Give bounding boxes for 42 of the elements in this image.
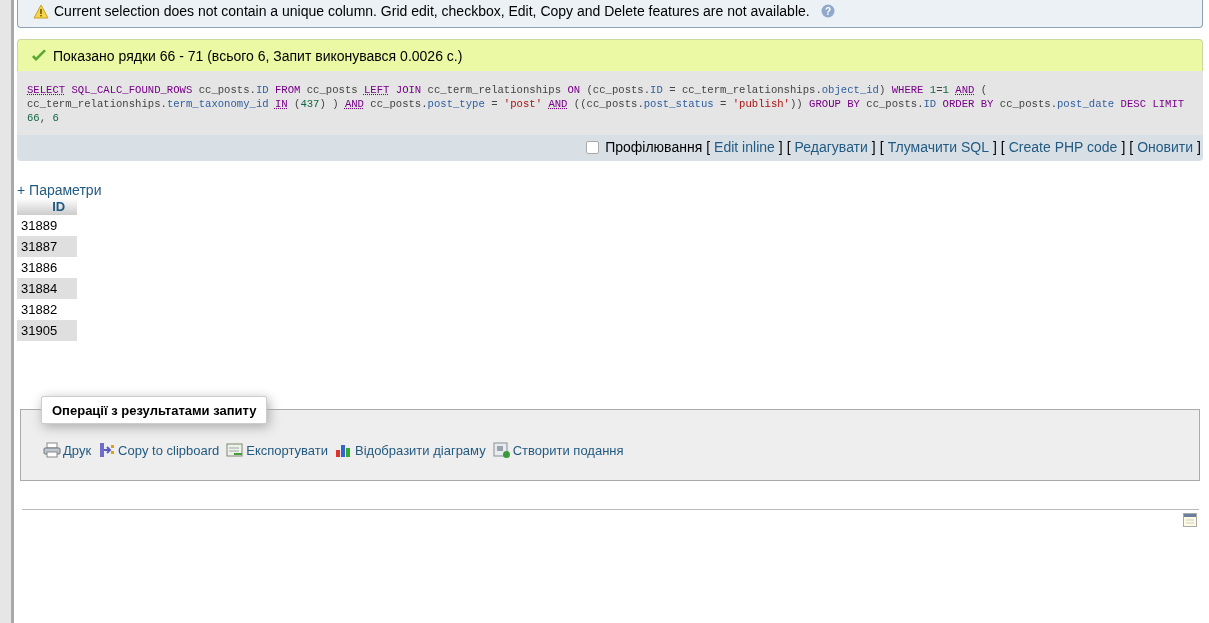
operation-link[interactable]: Copy to clipboard [98,442,220,458]
printer-icon [43,442,61,458]
table-cell: 31905 [17,320,78,341]
query-action-link[interactable]: Тлумачити SQL [887,139,989,155]
query-action-link[interactable]: Редагувати [794,139,868,155]
bracket-text: ] [992,139,997,155]
bracket-text: ] [1197,139,1201,155]
bracket-text: [ [786,139,791,155]
bar-chart-icon [335,442,353,458]
table-cell: 31889 [17,215,78,236]
table-cell: 31887 [17,236,78,257]
table-cell: 31884 [17,278,78,299]
profiling-checkbox[interactable] [586,140,600,154]
table-cell: 31882 [17,299,78,320]
sql-query: SELECT SQL_CALC_FOUND_ROWS cc_posts.ID FROM cc_posts LEFT JOIN cc_term_relationships ON (cc_posts.ID = cc_term_relationships.object_id) WHERE 1=1 AND ( cc_term_relationships.term_taxonomy_id IN (437) ) AND cc_posts.post_type = 'post' AND ((cc_posts.post_status = 'publish')) GROUP BY cc_posts.ID ORDER BY cc_posts.post_date DESC LIMIT 66, 6 [27,83,1186,125]
warning-icon [33,3,49,19]
warning-text: Current selection does not contain a unique column. Grid edit, checkbox, Edit, Copy and Delete features are not available. [54,3,810,19]
bracket-text: [ [1000,139,1005,155]
bracket-text: [ [1129,139,1134,155]
success-text: Показано рядки 66 - 71 (всього 6, Запит виконувався 0.0026 с.) [53,48,463,64]
operation-link[interactable]: Друк [43,442,92,458]
checkmark-icon [31,49,47,63]
operation-link[interactable]: Створити подання [492,442,624,458]
options-link[interactable]: + Параметри [17,182,102,198]
window-icon[interactable] [1183,513,1197,527]
query-action-link[interactable]: Оновити [1137,139,1194,155]
copy-icon [98,442,117,458]
operation-link[interactable]: Експортувати [226,442,328,458]
column-header[interactable]: ID [17,198,78,215]
operation-link[interactable]: Відобразити діаграму [335,442,486,458]
bracket-text: ] [1121,139,1126,155]
query-action-link[interactable]: Edit inline [714,139,775,155]
create-view-icon [492,442,511,458]
bracket-text: ] [871,139,876,155]
table-cell: 31886 [17,257,78,278]
bracket-text: [ [879,139,884,155]
export-icon [226,442,245,458]
bracket-text: [ [706,139,711,155]
query-action-link[interactable]: Create PHP code [1008,139,1118,155]
panel-legend: Операції з результатами запиту [41,396,268,424]
bracket-text: ] [778,139,783,155]
profiling-label: Профілювання [605,139,703,155]
